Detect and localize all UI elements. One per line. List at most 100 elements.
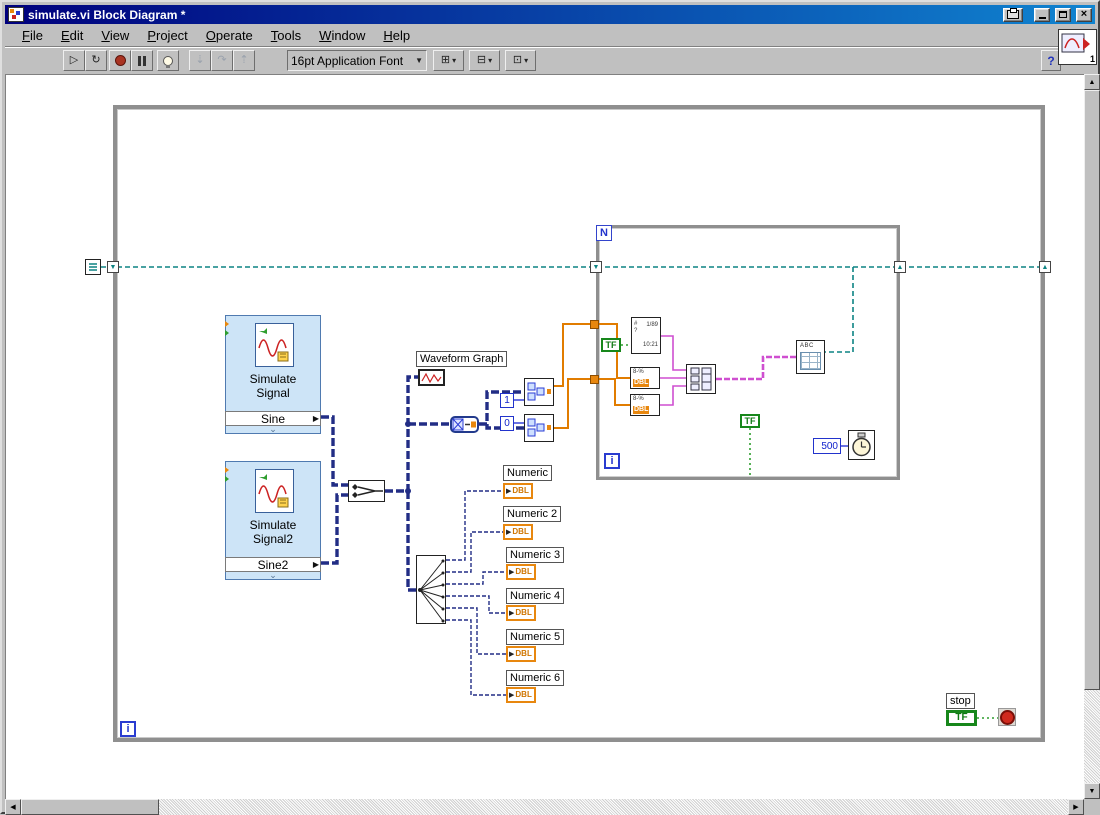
numeric-label: Numeric 2 [503,506,562,522]
number-to-string-block-1[interactable]: 8-% DBL [630,367,660,389]
font-selector[interactable]: 16pt Application Font ▼ [287,50,427,71]
menu-window[interactable]: Window [310,26,374,45]
build-array-block[interactable] [686,364,716,394]
tunnel-down-triangle-icon: ▼ [109,263,117,271]
menu-help[interactable]: Help [374,26,419,45]
print-button[interactable] [1003,7,1023,22]
highlight-execution-button[interactable] [157,50,179,71]
index-array-block-2[interactable] [524,414,554,442]
build-table-block[interactable]: ABC [796,340,825,374]
run-icon: ▷ [69,54,79,66]
number-to-string-block-2[interactable]: 8-% DBL [630,394,660,416]
convert-dynamic-data-block[interactable] [450,416,479,433]
scrollbar-corner [1084,799,1100,815]
terminal-arrow-icon: ▶ [509,568,515,576]
index-constant-1[interactable]: 1 [500,393,514,408]
waveform-graph-terminal[interactable] [418,369,445,386]
wait-ms-constant[interactable]: 500 [813,438,841,454]
for-loop-right-tunnel[interactable]: ▲ [894,261,906,273]
run-continuously-button[interactable]: ↻ [85,50,107,71]
while-loop-left-tunnel[interactable]: ▼ [107,261,119,273]
index-array-icon [527,418,551,437]
menu-tools[interactable]: Tools [262,26,310,45]
scroll-down-button[interactable]: ▼ [1084,783,1100,799]
input-reference-terminal[interactable] [85,259,101,275]
menu-view[interactable]: View [92,26,138,45]
scroll-up-button[interactable]: ▲ [1084,74,1100,90]
numeric-terminal[interactable]: ▶ DBL [503,524,533,540]
for-loop-iteration-terminal[interactable]: i [604,453,620,469]
minimize-button[interactable] [1034,7,1050,22]
numeric-terminal[interactable]: ▶ DBL [506,564,536,580]
expand-chevron-icon[interactable]: ⌄ [226,424,320,434]
pause-button[interactable] [131,50,153,71]
express-vi-simulate-signal-2[interactable]: Simulate Signal2 Sine2 ▶ ⌄ [225,461,321,580]
app-icon [8,7,24,22]
maximize-button[interactable] [1055,7,1071,22]
block-diagram-canvas[interactable]: ▼ ▼ ▲ ▲ Simulate Signal Sine ▶ ⌄ Simulat… [5,74,1084,799]
reorder-dropdown[interactable]: ⊡ ▾ [505,50,536,71]
express-vi-simulate-signal-1[interactable]: Simulate Signal Sine ▶ ⌄ [225,315,321,434]
numeric-label: Numeric 3 [506,547,565,563]
true-constant-2[interactable]: TF [740,414,760,428]
maximize-icon [1059,11,1067,18]
while-loop-iteration-terminal[interactable]: i [120,721,136,737]
run-button[interactable]: ▷ [63,50,85,71]
true-constant-1[interactable]: TF [601,338,621,352]
tunnel-down-triangle-icon: ▼ [592,263,600,271]
pause-icon [138,55,146,66]
for-loop-orange-tunnel-2[interactable] [590,375,599,384]
numeric-terminal[interactable]: ▶ DBL [503,483,533,499]
left-arrow-icon: ◀ [10,804,16,811]
scroll-right-button[interactable]: ▶ [1068,799,1084,815]
numeric-terminal[interactable]: ▶ DBL [506,687,536,703]
vertical-scrollbar[interactable]: ▲ ▼ [1084,74,1100,799]
for-loop-orange-tunnel-1[interactable] [590,320,599,329]
table-grid-icon [800,352,821,370]
menu-file[interactable]: File [13,26,52,45]
help-icon: ? [1047,53,1055,68]
horizontal-scroll-thumb[interactable] [21,799,159,815]
toolbar: ▷ ↻ ⇣ ↷ ⇡ 16pt Application Font ▼ ⊞ ▾ ⊟ ▾ … [5,46,1095,75]
format-datetime-string-block[interactable]: #? 1/89 10:21 [631,317,661,354]
terminal-arrow-icon: ▶ [509,650,515,658]
menu-operate[interactable]: Operate [197,26,262,45]
while-loop-right-tunnel[interactable]: ▲ [1039,261,1051,273]
vi-icon-pane[interactable]: 1 [1058,29,1097,65]
tunnel-up-triangle-icon: ▲ [896,263,904,271]
split-signals-block[interactable] [416,555,446,624]
step-into-icon: ⇣ [195,54,205,66]
numeric-terminal[interactable]: ▶ DBL [506,605,536,621]
vi-icon-graphic [1061,33,1090,53]
vertical-scroll-thumb[interactable] [1084,90,1100,690]
align-objects-icon: ⊞ [440,54,451,66]
merge-signals-block[interactable] [348,480,385,502]
express-vi-title: Simulate Signal [249,372,297,400]
menu-edit[interactable]: Edit [52,26,92,45]
horizontal-scrollbar[interactable]: ◀ ▶ [5,799,1084,815]
input-arrow-icon [225,467,229,473]
stop-circle-icon [999,709,1015,725]
for-loop-left-tunnel[interactable]: ▼ [590,261,602,273]
stop-terminal[interactable]: TF [946,710,977,726]
close-button[interactable]: × [1076,7,1092,22]
expand-chevron-icon[interactable]: ⌄ [226,570,320,580]
stop-label: stop [946,693,975,709]
menubar: File Edit View Project Operate Tools Win… [5,24,1095,46]
numeric-label: Numeric 4 [506,588,565,604]
index-array-block-1[interactable] [524,378,554,406]
step-into-button[interactable]: ⇣ [189,50,211,71]
loop-condition-terminal[interactable] [998,708,1016,726]
index-array-icon [527,382,551,401]
for-loop-count-terminal[interactable]: N [596,225,612,241]
step-over-button[interactable]: ↷ [211,50,233,71]
align-objects-dropdown[interactable]: ⊞ ▾ [433,50,464,71]
wait-ms-block[interactable] [848,430,875,460]
numeric-terminal[interactable]: ▶ DBL [506,646,536,662]
distribute-objects-dropdown[interactable]: ⊟ ▾ [469,50,500,71]
index-constant-0[interactable]: 0 [500,416,514,431]
step-out-button[interactable]: ⇡ [233,50,255,71]
abort-button[interactable] [109,50,131,71]
scroll-left-button[interactable]: ◀ [5,799,21,815]
menu-project[interactable]: Project [138,26,196,45]
